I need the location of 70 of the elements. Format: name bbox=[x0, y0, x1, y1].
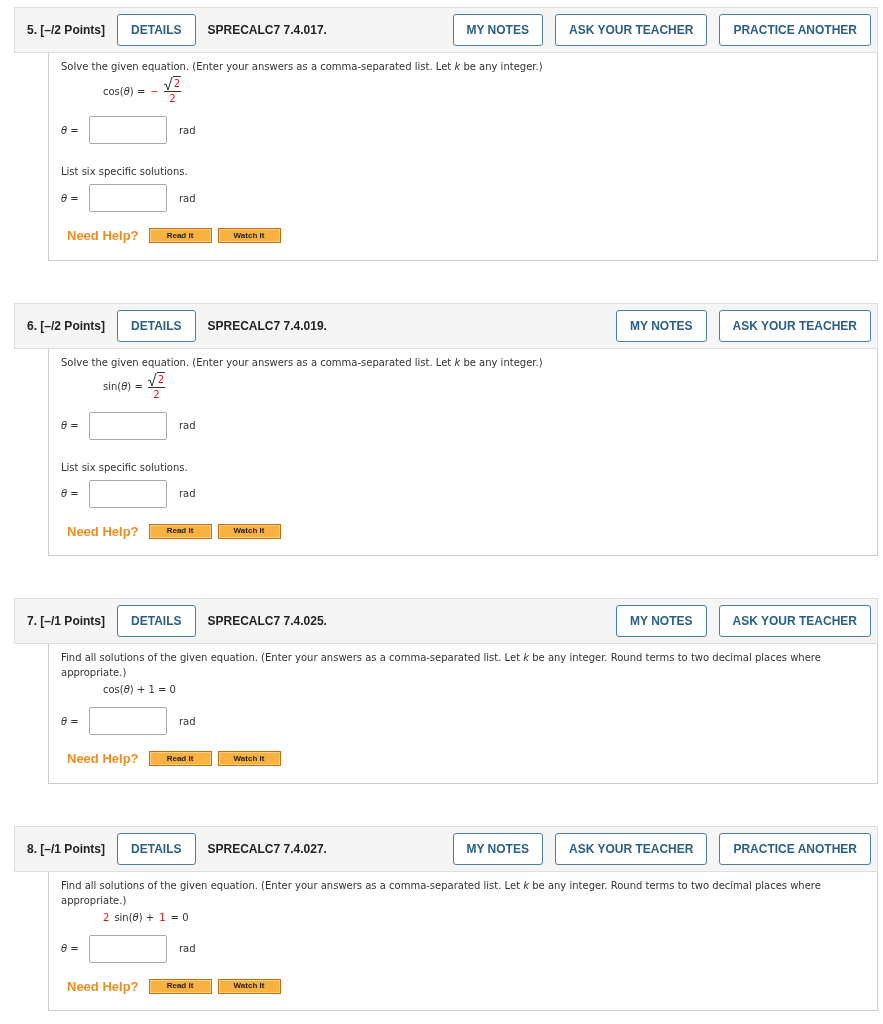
help-button[interactable]: Watch It bbox=[217, 751, 281, 767]
action-button[interactable]: ASK YOUR TEACHER bbox=[554, 832, 708, 865]
unit-label: rad bbox=[179, 714, 196, 729]
theta-label: θ = bbox=[61, 419, 80, 433]
radicand: 2 bbox=[156, 371, 166, 387]
help-button[interactable]: Watch It bbox=[217, 523, 281, 539]
action-button[interactable]: ASK YOUR TEACHER bbox=[718, 605, 871, 637]
need-help-label: Need Help? bbox=[67, 750, 139, 768]
answer-field[interactable] bbox=[89, 479, 167, 508]
details-button[interactable]: DETAILS bbox=[117, 309, 196, 342]
problem-code: SPRECALC7 7.4.025. bbox=[207, 613, 327, 630]
instruction-text: List six specific solutions. bbox=[61, 165, 189, 179]
need-help-label: Need Help? bbox=[67, 977, 139, 996]
equation-value: 2 bbox=[103, 910, 110, 925]
answer-field[interactable] bbox=[89, 934, 167, 963]
theta-label: θ = bbox=[61, 942, 80, 956]
theta-label: θ = bbox=[61, 191, 80, 206]
help-button[interactable]: Read It bbox=[148, 523, 212, 539]
question-prompt: Solve the given equation. (Enter your answers as a comma-separated list. Let k be any integer.) bbox=[61, 60, 544, 74]
action-button[interactable]: MY NOTES bbox=[452, 14, 543, 46]
action-button[interactable]: PRACTICE ANOTHER bbox=[719, 14, 871, 46]
help-button[interactable]: Watch It bbox=[217, 228, 281, 244]
details-button[interactable]: DETAILS bbox=[117, 14, 196, 46]
help-button[interactable]: Watch It bbox=[217, 978, 281, 994]
denominator: 2 bbox=[153, 387, 160, 402]
equation-value: 1 bbox=[159, 910, 166, 925]
radicand: 2 bbox=[172, 76, 182, 91]
question-prompt: Find all solutions of the given equation. (Enter your answers as a comma-separated list. Let k be any integer. Round terms to two decimal places where appropriate.) bbox=[61, 651, 822, 680]
equation-text: sin(θ) + bbox=[114, 910, 155, 925]
action-button[interactable]: MY NOTES bbox=[452, 832, 543, 865]
answer-field[interactable] bbox=[89, 116, 167, 144]
action-button[interactable]: MY NOTES bbox=[616, 309, 707, 342]
equation-text: = 0 bbox=[170, 910, 189, 925]
question-points: 5. [–/2 Points] bbox=[27, 22, 106, 39]
unit-label: rad bbox=[179, 942, 196, 956]
action-button[interactable]: ASK YOUR TEACHER bbox=[718, 309, 871, 342]
need-help-label: Need Help? bbox=[67, 227, 139, 245]
question-prompt: Solve the given equation. (Enter your answers as a comma-separated list. Let k be any integer.) bbox=[61, 355, 544, 370]
problem-code: SPRECALC7 7.4.019. bbox=[207, 317, 327, 335]
instruction-text: List six specific solutions. bbox=[61, 460, 189, 475]
need-help-label: Need Help? bbox=[67, 522, 139, 541]
denominator: 2 bbox=[169, 92, 176, 106]
equation-text: cos(θ) + 1 = 0 bbox=[103, 683, 176, 697]
answer-field[interactable] bbox=[89, 411, 167, 440]
equation-text: sin(θ) = bbox=[103, 380, 143, 394]
details-button[interactable]: DETAILS bbox=[117, 605, 196, 637]
help-button[interactable]: Read It bbox=[148, 228, 212, 244]
help-button[interactable]: Read It bbox=[148, 751, 212, 767]
answer-field[interactable] bbox=[89, 707, 167, 735]
unit-label: rad bbox=[179, 123, 196, 138]
unit-label: rad bbox=[179, 419, 196, 433]
unit-label: rad bbox=[179, 191, 196, 206]
question-points: 7. [–/1 Points] bbox=[27, 613, 106, 630]
equation-value: − bbox=[150, 84, 159, 99]
question-prompt: Find all solutions of the given equation. (Enter your answers as a comma-separated list. Let k be any integer. Round terms to two decimal places where appropriate.) bbox=[61, 878, 822, 908]
unit-label: rad bbox=[179, 487, 196, 501]
answer-field[interactable] bbox=[89, 184, 167, 212]
question-points: 6. [–/2 Points] bbox=[27, 317, 106, 335]
theta-label: θ = bbox=[61, 123, 80, 138]
equation-text: cos(θ) = bbox=[103, 84, 146, 99]
problem-code: SPRECALC7 7.4.027. bbox=[207, 840, 327, 858]
action-button[interactable]: PRACTICE ANOTHER bbox=[719, 832, 871, 865]
action-button[interactable]: ASK YOUR TEACHER bbox=[554, 14, 708, 46]
theta-label: θ = bbox=[61, 714, 80, 729]
details-button[interactable]: DETAILS bbox=[117, 832, 196, 865]
action-button[interactable]: MY NOTES bbox=[616, 605, 707, 637]
help-button[interactable]: Read It bbox=[148, 978, 212, 994]
theta-label: θ = bbox=[61, 487, 80, 501]
question-points: 8. [–/1 Points] bbox=[27, 840, 106, 858]
problem-code: SPRECALC7 7.4.017. bbox=[207, 22, 327, 39]
